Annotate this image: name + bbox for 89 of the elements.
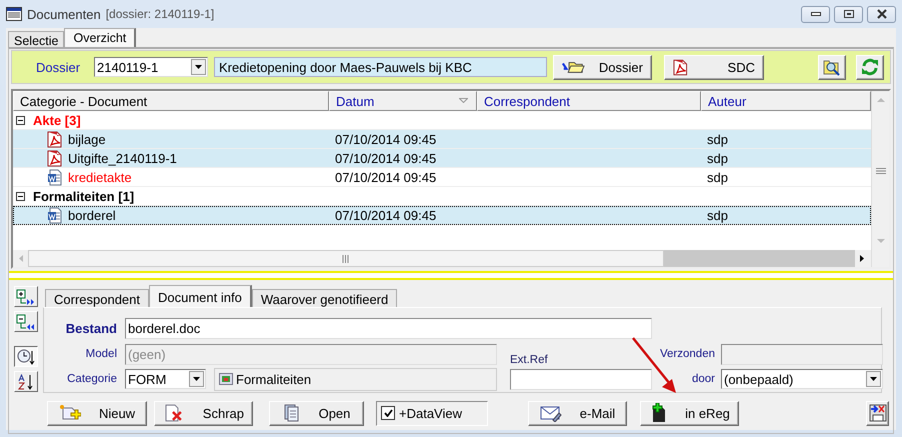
collapse-toggle[interactable] bbox=[16, 192, 25, 200]
field-label: Bestand bbox=[64, 321, 117, 336]
documents-icon bbox=[282, 404, 301, 422]
document-name: bijlage bbox=[68, 132, 106, 146]
bestand-field[interactable]: borderel.doc bbox=[125, 318, 652, 339]
close-button[interactable] bbox=[867, 6, 896, 22]
new-document-icon bbox=[58, 404, 81, 422]
column-header[interactable]: Auteur bbox=[701, 91, 871, 111]
dossier-label: Dossier bbox=[35, 60, 82, 74]
document-name: Uitgifte_2140119-1 bbox=[68, 150, 177, 166]
document-name: borderel bbox=[68, 208, 116, 222]
table-cell: 07/10/2014 09:45 bbox=[335, 170, 436, 184]
table-cell: sdp bbox=[707, 132, 728, 146]
expand-all-icon bbox=[16, 288, 36, 304]
collapse-all-icon bbox=[16, 314, 36, 330]
tool-button[interactable] bbox=[14, 346, 38, 367]
group-name: Formaliteiten [1] bbox=[33, 188, 134, 204]
column-header[interactable]: Categorie - Document bbox=[13, 91, 329, 111]
checkbox-label: +DataView bbox=[399, 406, 462, 420]
table-cell: 07/10/2014 09:45 bbox=[335, 132, 436, 146]
maximize-icon bbox=[844, 10, 854, 18]
table-cell: sdp bbox=[707, 208, 728, 222]
group-name: Akte [3] bbox=[33, 112, 81, 128]
table-cell: 07/10/2014 09:45 bbox=[335, 150, 436, 166]
folder-icon bbox=[562, 59, 585, 75]
sort-icon bbox=[459, 98, 468, 103]
tab[interactable]: Correspondent bbox=[45, 289, 149, 307]
action-button[interactable]: e-Mail bbox=[528, 400, 627, 426]
grip-icon bbox=[342, 254, 350, 262]
dropdown-arrow-icon bbox=[193, 377, 200, 381]
checkmark-icon bbox=[384, 409, 392, 417]
field-label: door bbox=[690, 373, 716, 385]
field-label: Ext.Ref bbox=[510, 354, 549, 366]
table-cell: 07/10/2014 09:45 bbox=[335, 208, 436, 222]
action-button[interactable]: Nieuw bbox=[47, 400, 147, 426]
tab[interactable]: Overzicht bbox=[64, 28, 136, 47]
dossier-description: Kredietopening door Maes-Pauwels bij KBC bbox=[214, 57, 547, 77]
search-button[interactable] bbox=[818, 54, 846, 80]
table-cell: sdp bbox=[707, 170, 728, 184]
field-label: Verzonden bbox=[659, 348, 716, 360]
window-subtitle: [dossier: 2140119-1] bbox=[106, 7, 214, 21]
column-header[interactable]: Datum bbox=[329, 91, 477, 111]
tab[interactable]: Selectie bbox=[8, 31, 64, 47]
collapse-toggle[interactable] bbox=[16, 116, 25, 124]
action-button[interactable]: in eReg bbox=[640, 400, 739, 426]
table-row[interactable]: borderel 07/10/2014 09:45 sdp bbox=[13, 206, 871, 225]
export-button[interactable] bbox=[866, 400, 889, 426]
table-row[interactable]: Uitgifte_2140119-1 07/10/2014 09:45 sdp bbox=[13, 149, 871, 168]
clock-sort-icon bbox=[17, 348, 35, 366]
field-label: Categorie bbox=[66, 373, 117, 385]
door-combobox[interactable]: (onbepaald) bbox=[721, 369, 883, 389]
table-row[interactable]: kredietakte 07/10/2014 09:45 sdp bbox=[13, 168, 871, 187]
search-icon bbox=[823, 58, 841, 76]
column-header[interactable]: Correspondent bbox=[477, 91, 701, 111]
word-file-icon bbox=[47, 168, 62, 186]
window-title: Documenten bbox=[27, 6, 101, 22]
category-icon bbox=[219, 373, 233, 385]
pdf-file-icon bbox=[47, 130, 62, 148]
refresh-icon bbox=[861, 58, 879, 76]
dossier-combobox[interactable]: 2140119-1 bbox=[94, 57, 208, 77]
dossier-button[interactable]: Dossier bbox=[553, 54, 652, 80]
checkbox[interactable] bbox=[381, 406, 395, 420]
window-icon bbox=[6, 7, 22, 21]
horizontal-scrollbar[interactable] bbox=[13, 250, 871, 267]
refresh-button[interactable] bbox=[856, 54, 884, 80]
table-row[interactable]: bijlage 07/10/2014 09:45 sdp bbox=[13, 130, 871, 149]
document-name: kredietakte bbox=[68, 170, 132, 184]
sdc-button[interactable]: SDC bbox=[664, 54, 764, 80]
category-name: Formaliteiten bbox=[236, 372, 312, 386]
minimize-button[interactable] bbox=[801, 6, 830, 22]
close-icon bbox=[876, 9, 888, 19]
envelope-icon bbox=[540, 404, 562, 422]
grip-icon bbox=[876, 168, 886, 174]
ext-ref-field[interactable] bbox=[510, 368, 652, 390]
action-button[interactable]: Open bbox=[269, 400, 364, 426]
tab[interactable]: Waarover genotifieerd bbox=[252, 289, 398, 307]
field-label: Model bbox=[84, 348, 117, 360]
tab[interactable]: Document info bbox=[149, 285, 252, 307]
table-cell: sdp bbox=[707, 150, 728, 166]
pdf-file-icon bbox=[673, 58, 688, 76]
word-file-icon bbox=[47, 206, 62, 224]
action-button[interactable]: Schrap bbox=[154, 400, 253, 426]
categorie-combobox[interactable]: FORM bbox=[125, 369, 206, 389]
sort-az-icon bbox=[17, 372, 35, 390]
dropdown-arrow-icon bbox=[870, 377, 877, 381]
dropdown-arrow-icon bbox=[195, 65, 202, 69]
maximize-button[interactable] bbox=[834, 6, 863, 22]
pdf-file-icon bbox=[47, 150, 62, 166]
minimize-icon bbox=[810, 12, 820, 16]
